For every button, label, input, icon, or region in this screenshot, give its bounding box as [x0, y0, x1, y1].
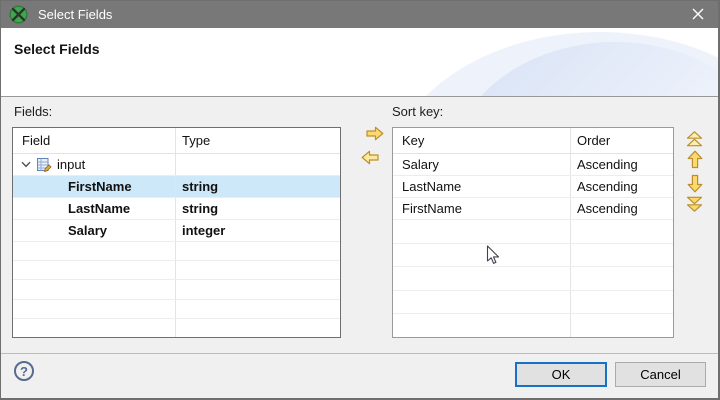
sort-row-lastname[interactable]: LastName Ascending [393, 176, 673, 198]
ok-button[interactable]: OK [515, 362, 607, 387]
tree-node-label: input [57, 157, 85, 172]
move-up-button[interactable] [687, 150, 703, 169]
sort-key-table: Key Order Salary Ascending LastName Asce… [392, 127, 674, 338]
column-header-type[interactable]: Type [175, 128, 340, 153]
empty-table-row [13, 300, 340, 319]
help-icon: ? [20, 364, 28, 379]
titlebar: Select Fields [0, 0, 720, 28]
move-right-button[interactable] [366, 126, 384, 141]
empty-table-row [13, 261, 340, 280]
app-logo-icon [9, 5, 28, 24]
down-arrow-icon [687, 174, 703, 193]
fields-table-header: Field Type [13, 128, 340, 154]
move-left-button[interactable] [361, 150, 379, 165]
sort-row-firstname[interactable]: FirstName Ascending [393, 198, 673, 220]
help-button[interactable]: ? [14, 361, 34, 381]
move-down-button[interactable] [687, 174, 703, 193]
empty-table-row [393, 267, 673, 291]
sort-table-header: Key Order [393, 128, 673, 154]
empty-table-row [393, 314, 673, 337]
chevron-down-icon[interactable] [21, 161, 31, 168]
double-up-chevron-icon [686, 130, 703, 147]
column-header-key[interactable]: Key [393, 128, 570, 153]
empty-table-row [13, 242, 340, 261]
field-row-salary[interactable]: Salary integer [13, 220, 340, 242]
fields-label: Fields: [14, 104, 52, 119]
right-arrow-icon [366, 126, 384, 141]
empty-table-row [393, 244, 673, 268]
empty-table-row [13, 280, 340, 299]
dialog-heading: Select Fields [14, 41, 100, 57]
empty-table-row [393, 220, 673, 244]
column-header-order[interactable]: Order [570, 128, 673, 153]
move-to-bottom-button[interactable] [686, 196, 703, 213]
fields-table: Field Type input FirstName string [12, 127, 341, 338]
field-row-lastname[interactable]: LastName string [13, 198, 340, 220]
up-arrow-icon [687, 150, 703, 169]
tree-row-input[interactable]: input [13, 154, 340, 176]
cancel-button[interactable]: Cancel [615, 362, 706, 387]
left-arrow-icon [361, 150, 379, 165]
move-to-top-button[interactable] [686, 130, 703, 147]
record-metadata-icon [36, 157, 52, 173]
dialog-banner: Select Fields [0, 28, 720, 97]
close-button[interactable] [676, 0, 720, 28]
field-row-firstname[interactable]: FirstName string [13, 176, 340, 198]
empty-table-row [13, 319, 340, 337]
footer-separator [0, 353, 720, 354]
empty-table-row [393, 291, 673, 315]
sort-row-salary[interactable]: Salary Ascending [393, 154, 673, 176]
double-down-chevron-icon [686, 196, 703, 213]
close-icon [692, 8, 704, 20]
column-header-field[interactable]: Field [13, 128, 175, 153]
window-title: Select Fields [38, 7, 112, 22]
sort-key-label: Sort key: [392, 104, 443, 119]
